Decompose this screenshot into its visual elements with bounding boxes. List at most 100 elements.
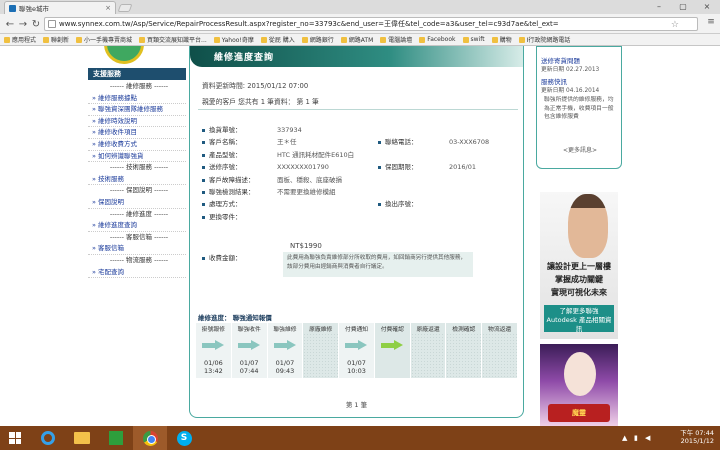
network-icon[interactable]: ▮ xyxy=(634,434,638,442)
field-value: 2016/01 xyxy=(449,163,477,172)
new-tab-button[interactable] xyxy=(117,4,133,12)
nav-link[interactable]: 宅配查詢 xyxy=(88,267,186,279)
bookmark-folder-icon xyxy=(260,36,267,43)
address-bar[interactable]: www.synnex.com.tw/Asp/Service/RepairProc… xyxy=(44,17,698,31)
close-window-icon[interactable]: × xyxy=(696,0,718,13)
bookmark-item[interactable]: swift xyxy=(462,36,485,43)
bookmark-item[interactable]: Yahoo!奇摩 xyxy=(213,35,254,44)
ad-portrait xyxy=(568,194,608,258)
field-value: 不需要更換維修模組 xyxy=(277,187,336,196)
maximize-icon[interactable]: ▢ xyxy=(672,0,694,13)
step-arrow-icon xyxy=(345,340,369,350)
nav-link[interactable]: 維修時效說明 xyxy=(88,116,186,128)
bookmark-label: 購物 xyxy=(499,37,512,44)
bookmark-item[interactable]: 買類交流展知識平台... xyxy=(139,35,207,44)
taskbar-ie[interactable] xyxy=(31,426,65,450)
start-button[interactable] xyxy=(0,426,34,450)
bookmark-item[interactable]: 應用程式 xyxy=(4,35,36,44)
forward-icon[interactable]: → xyxy=(16,17,30,31)
taskbar-store[interactable] xyxy=(99,426,133,450)
bookmark-item[interactable]: 網路ATM xyxy=(340,35,373,44)
more-news-link[interactable]: <更多訊息> xyxy=(537,145,623,154)
clock[interactable]: 下午 07:44 2015/1/12 xyxy=(680,429,714,445)
news-date-2: 更新日期 04.16.2014 xyxy=(541,88,600,94)
bullet-icon xyxy=(202,178,205,182)
nav-section-header: ------ 維修進度 ------ xyxy=(109,209,169,218)
game-ad[interactable]: 魔靈 xyxy=(540,344,618,426)
volume-icon[interactable]: ◀ xyxy=(645,434,650,442)
bookmark-item[interactable]: 聯創新 xyxy=(43,35,69,44)
bookmark-item[interactable]: 購物 xyxy=(491,35,512,44)
nav-link[interactable]: 技術服務 xyxy=(88,174,186,186)
nav-section-header: ------ 保固說明 ------ xyxy=(109,186,169,195)
bookmark-folder-icon xyxy=(43,36,50,43)
ad-button[interactable]: 了解更多聯強 Autodesk 產品相關資訊 xyxy=(544,305,614,333)
taskbar-skype[interactable]: S xyxy=(167,426,201,450)
bullet-icon xyxy=(202,153,205,157)
clock-time: 下午 07:44 xyxy=(680,429,714,437)
tray-up-icon[interactable]: ▲ xyxy=(622,434,627,442)
field-label: 更換零件： xyxy=(209,212,242,221)
fee-row: 收費金額： NT$1990 此費用為聯強負責維修部分所收取的費用，如回銷商另行提… xyxy=(200,242,518,277)
nav-link[interactable]: 如何辨識聯強貨 xyxy=(88,151,186,163)
step-time: 13:42 xyxy=(204,367,223,375)
nav-link[interactable]: 保固說明 xyxy=(88,197,186,209)
taskbar-explorer[interactable] xyxy=(65,426,99,450)
bullet-icon xyxy=(202,203,205,207)
bullet-icon xyxy=(378,166,381,170)
step-arrow-icon xyxy=(237,340,262,350)
bullet-icon xyxy=(202,190,205,194)
bookmark-item[interactable]: 小一手機專賣商城 xyxy=(76,35,132,44)
nav-link[interactable]: 維修收費方式 xyxy=(88,139,186,151)
bookmark-label: 買類交流展知識平台... xyxy=(147,37,207,44)
nav-section-header: ------ 維修服務 ------ xyxy=(109,82,169,90)
progress-step: 付費通知 01/07 10:03 xyxy=(339,323,375,378)
autodesk-ad[interactable]: 讓設計更上一層樓 掌握成功關鍵 實現可視化未來 了解更多聯強 Autodesk … xyxy=(540,192,618,339)
bookmark-folder-icon xyxy=(462,36,469,43)
step-date: 01/07 xyxy=(239,359,259,367)
field-value: 337934 xyxy=(277,126,302,134)
bookmark-label: 應用程式 xyxy=(12,37,37,44)
info-row: 送修序號： XXXXXXX01790 保固期限： 2016/01 xyxy=(200,161,518,173)
step-label: 付費確認 xyxy=(380,327,404,333)
step-datetime: 01/06 13:42 xyxy=(196,359,231,375)
game-logo: 魔靈 xyxy=(548,404,610,422)
store-icon xyxy=(109,431,123,445)
step-label: 物流返還 xyxy=(488,327,512,333)
bookmark-item[interactable]: 從屁 購入 xyxy=(260,35,295,44)
nav-link[interactable]: 客服信箱 xyxy=(88,243,186,255)
step-time: 10:03 xyxy=(347,367,366,375)
menu-icon[interactable]: ≡ xyxy=(706,17,716,27)
step-time: 09:43 xyxy=(275,367,295,375)
nav-link[interactable]: 維修收件項目 xyxy=(88,127,186,139)
browser-tab[interactable]: 聯強e城市 × xyxy=(4,1,116,14)
page-title: 維修進度查詢 xyxy=(214,53,275,63)
bookmark-item[interactable]: Facebook xyxy=(419,36,456,43)
nav-link[interactable]: 維修服務據點 xyxy=(88,93,186,105)
minimize-icon[interactable]: – xyxy=(648,0,670,13)
bookmark-item[interactable]: 電腦論壇 xyxy=(380,35,412,44)
bookmark-label: swift xyxy=(470,36,485,43)
field-label: 客戶名稱： xyxy=(209,138,242,147)
reload-icon[interactable]: ↻ xyxy=(29,17,43,31)
bookmark-folder-icon xyxy=(4,36,10,43)
step-label: 掛號報修 xyxy=(201,327,225,333)
bookmark-folder-icon xyxy=(340,36,347,43)
nav-link[interactable]: 維修進度查詢 xyxy=(88,220,186,232)
progress-step: 物流返還 xyxy=(482,323,519,378)
bookmark-star-icon[interactable]: ☆ xyxy=(671,19,679,30)
bookmark-label: 小一手機專賣商城 xyxy=(84,37,133,44)
page-icon xyxy=(48,20,56,28)
bullet-icon xyxy=(202,257,205,260)
bookmark-item[interactable]: Ⅰ行政院網路電話 xyxy=(518,35,570,44)
back-icon[interactable]: ← xyxy=(3,17,17,31)
taskbar-chrome[interactable] xyxy=(133,426,167,450)
bookmark-folder-icon xyxy=(213,36,220,43)
nav-list: ------ 維修服務 ------ 維修服務據點聯強資深團隊維修服務維修時效說明… xyxy=(88,81,186,279)
nav-section-header: ------ 技術服務 ------ xyxy=(109,163,169,172)
close-tab-icon[interactable]: × xyxy=(105,4,111,12)
progress-step: 付費確認 xyxy=(374,323,411,378)
page-content: 支援服務 ------ 維修服務 ------維修服務據點聯強資深團隊維修服務維… xyxy=(0,46,720,426)
bookmark-item[interactable]: 網路銀行 xyxy=(301,35,334,44)
nav-link[interactable]: 聯強資深團隊維修服務 xyxy=(88,104,186,116)
